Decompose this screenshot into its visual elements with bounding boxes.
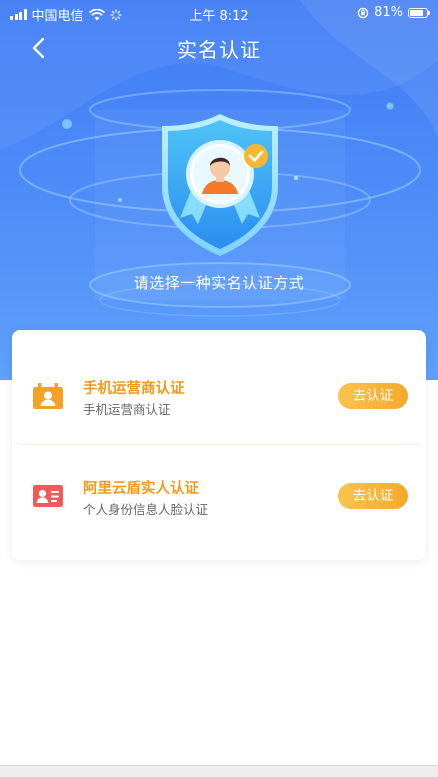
status-right: 81% xyxy=(357,5,430,20)
nav-bar: 实名认证 xyxy=(0,26,438,70)
battery-label: 81% xyxy=(374,5,403,20)
method-desc: 个人身份信息人脸认证 xyxy=(83,502,209,517)
battery-icon xyxy=(408,7,430,18)
verification-methods-card: 手机运营商认证 手机运营商认证 去认证 阿里云盾实人认证 个人身份信息人脸认证 … xyxy=(12,330,426,560)
method-row-aliyun: 阿里云盾实人认证 个人身份信息人脸认证 去认证 xyxy=(12,445,426,545)
home-indicator-area xyxy=(0,765,438,777)
status-bar: 中国电信 上午 8:12 81% xyxy=(0,0,438,26)
method-title: 手机运营商认证 xyxy=(83,381,185,397)
method-title: 阿里云盾实人认证 xyxy=(83,481,199,497)
screen: 中国电信 上午 8:12 81% 实名认证 请选择一种实名认证方式 手机运营商认… xyxy=(0,0,438,777)
page-title: 实名认证 xyxy=(177,38,261,62)
method-desc: 手机运营商认证 xyxy=(83,402,171,417)
hero-subtitle: 请选择一种实名认证方式 xyxy=(133,274,305,292)
verify-aliyun-button[interactable]: 去认证 xyxy=(338,483,408,509)
verified-shield-icon xyxy=(158,110,282,260)
battery-fill xyxy=(410,9,423,16)
orientation-lock-icon xyxy=(357,7,369,18)
id-card-icon xyxy=(32,482,64,510)
verify-carrier-button[interactable]: 去认证 xyxy=(338,383,408,409)
phone-carrier-icon xyxy=(32,382,64,410)
method-row-carrier: 手机运营商认证 手机运营商认证 去认证 xyxy=(12,345,426,445)
